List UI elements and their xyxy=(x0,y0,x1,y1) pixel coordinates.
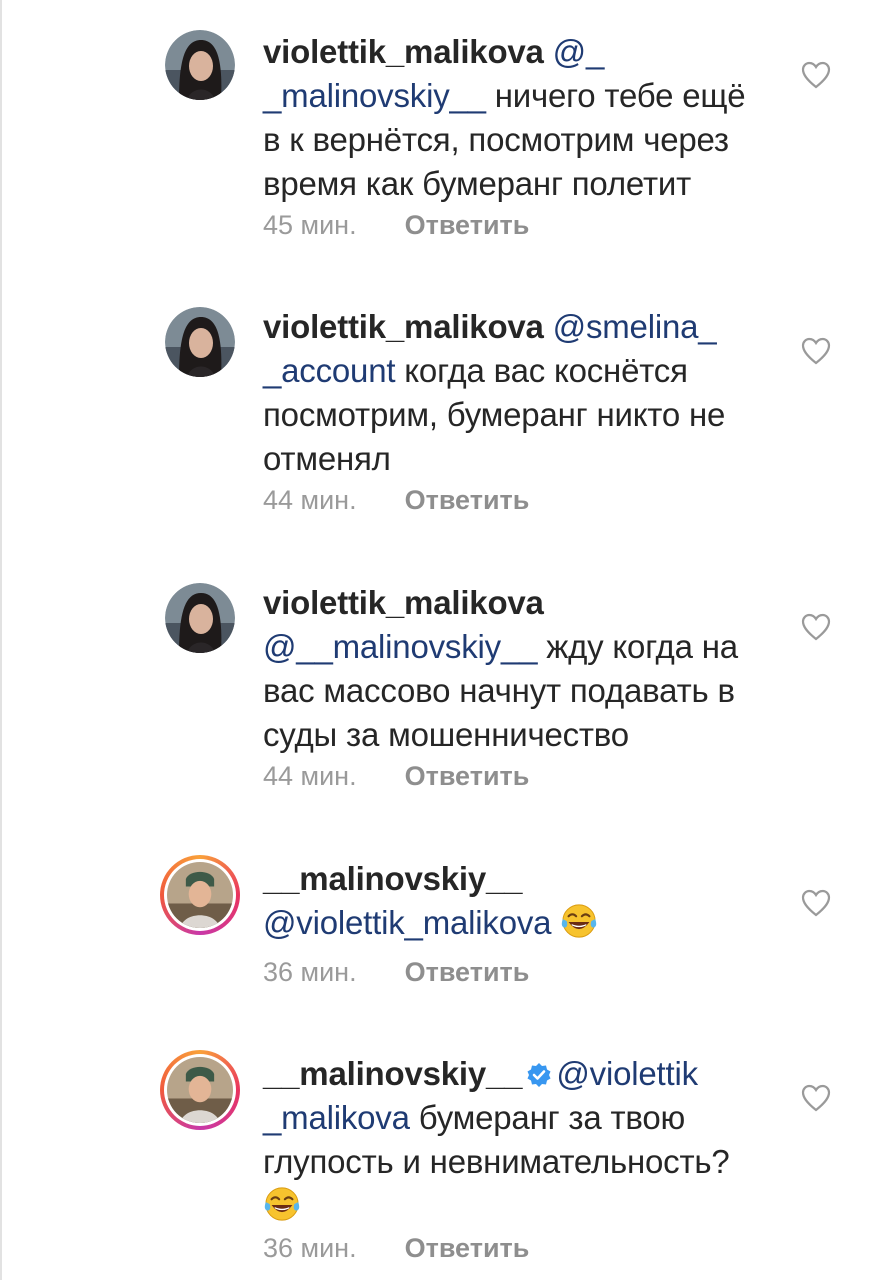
heart-icon[interactable] xyxy=(800,336,832,366)
tears-of-joy-emoji xyxy=(562,904,597,938)
comment-username[interactable]: violettik_malikova xyxy=(263,584,544,621)
heart-icon[interactable] xyxy=(800,612,832,642)
man-avatar[interactable] xyxy=(160,1050,240,1130)
comment-text: __malinovskiy__ @violettik_malikova xyxy=(263,857,768,945)
reply-button[interactable]: Ответить xyxy=(405,210,530,240)
reply-button[interactable]: Ответить xyxy=(405,1233,530,1263)
reply-button[interactable]: Ответить xyxy=(405,957,530,987)
heart-icon[interactable] xyxy=(800,888,832,918)
comment-username[interactable]: violettik_malikova xyxy=(263,33,544,70)
comment-mention[interactable]: @violettik_malikova xyxy=(263,904,552,941)
comment-time: 36 мин. xyxy=(263,1233,357,1263)
reply-button[interactable]: Ответить xyxy=(405,761,530,791)
tears-of-joy-emoji xyxy=(264,1187,300,1221)
comment-time: 44 мин. xyxy=(263,485,357,515)
comment-meta: 36 мин. Ответить xyxy=(263,1231,529,1265)
left-edge-divider xyxy=(0,0,2,1280)
comment-meta: 44 мин. Ответить xyxy=(263,759,529,793)
comment-time: 45 мин. xyxy=(263,210,357,240)
heart-icon[interactable] xyxy=(800,1083,832,1113)
comment-text: __malinovskiy__ @violettik _malikova бум… xyxy=(263,1052,768,1228)
man-avatar[interactable] xyxy=(160,855,240,935)
verified-badge-icon xyxy=(527,1063,551,1087)
woman-avatar[interactable] xyxy=(165,583,235,653)
comment-mention[interactable]: @__malinovskiy__ xyxy=(263,628,537,665)
comment-time: 36 мин. xyxy=(263,957,357,987)
comment-username[interactable]: __malinovskiy__ xyxy=(263,860,523,897)
comment-text: violettik_malikova @smelina_ _account ко… xyxy=(263,305,768,481)
comment-username[interactable]: violettik_malikova xyxy=(263,308,544,345)
comment-username[interactable]: __malinovskiy__ xyxy=(263,1055,523,1092)
comment-text: violettik_malikova @_ _malinovskiy__ нич… xyxy=(263,30,768,206)
comment-meta: 45 мин. Ответить xyxy=(263,208,529,242)
comment-text: violettik_malikova @__malinovskiy__ жду … xyxy=(263,581,768,757)
woman-avatar[interactable] xyxy=(165,307,235,377)
reply-button[interactable]: Ответить xyxy=(405,485,530,515)
comment-meta: 44 мин. Ответить xyxy=(263,483,529,517)
comment-meta: 36 мин. Ответить xyxy=(263,955,529,989)
woman-avatar[interactable] xyxy=(165,30,235,100)
comment-time: 44 мин. xyxy=(263,761,357,791)
heart-icon[interactable] xyxy=(800,60,832,90)
